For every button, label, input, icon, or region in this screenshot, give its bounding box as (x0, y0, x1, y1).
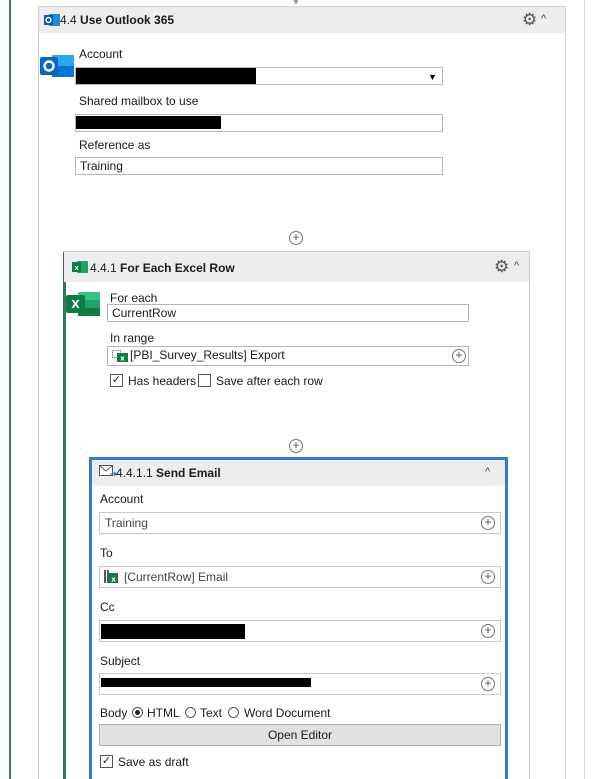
panel-divider (584, 0, 585, 779)
subject-label: Subject (100, 654, 141, 668)
add-circle-icon[interactable]: + (481, 624, 495, 638)
svg-text:x: x (74, 264, 79, 272)
envelope-icon (99, 465, 117, 479)
excel-scope-title: 4.4.1 For Each Excel Row (90, 261, 235, 275)
reference-label: Reference as (79, 138, 151, 152)
send-email-header[interactable]: 4.4.1.1 Send Email ^ (92, 460, 505, 486)
reference-input[interactable]: Training (75, 157, 443, 175)
to-input[interactable]: [CurrentRow] Email (99, 566, 501, 588)
workflow-rail (9, 0, 11, 779)
to-label: To (100, 546, 113, 560)
svg-text:X: X (71, 298, 80, 311)
excel-icon: X (66, 290, 102, 318)
save-as-draft-label: Save as draft (118, 755, 189, 769)
in-range-input[interactable]: [PBI_Survey_Results] Export (107, 346, 469, 366)
svg-text:x: x (120, 355, 125, 363)
dropdown-arrow-icon[interactable]: ▼ (428, 72, 437, 82)
add-circle-icon[interactable]: + (289, 439, 303, 453)
body-html-label: HTML (147, 706, 180, 720)
excel-scope-header[interactable]: x 4.4.1 For Each Excel Row ⚙ ^ (64, 252, 529, 282)
shared-mailbox-label: Shared mailbox to use (79, 94, 199, 108)
account-label: Account (100, 492, 144, 506)
body-text-radio[interactable] (185, 707, 196, 718)
send-email-activity[interactable]: 4.4.1.1 Send Email ^ Account Training + … (89, 457, 508, 779)
account-label: Account (79, 47, 123, 61)
body-label: Body (100, 706, 128, 720)
body-html-radio[interactable] (132, 707, 143, 718)
add-circle-icon[interactable]: + (289, 231, 303, 245)
gear-icon[interactable]: ⚙ (522, 11, 537, 28)
excel-icon: x (72, 260, 88, 274)
add-circle-icon[interactable]: + (481, 677, 495, 691)
redacted-subject (101, 678, 311, 687)
add-circle-icon[interactable]: + (481, 516, 495, 530)
gear-icon[interactable]: ⚙ (494, 258, 509, 275)
excel-column-icon: x (104, 570, 118, 583)
svg-text:x: x (111, 576, 116, 584)
has-headers-label: Has headers (128, 374, 197, 388)
open-editor-button[interactable]: Open Editor (99, 724, 501, 746)
save-as-draft-checkbox[interactable]: ✓ (100, 755, 113, 768)
outlook-scope-title: 4.4 Use Outlook 365 (60, 13, 175, 27)
chevron-up-icon[interactable]: ^ (541, 13, 546, 25)
for-each-input[interactable]: CurrentRow (107, 304, 469, 322)
excel-range-icon: x (112, 350, 128, 362)
add-circle-icon[interactable]: + (481, 570, 495, 584)
redacted-cc (101, 624, 245, 639)
in-range-label: In range (110, 331, 155, 345)
body-text-label: Text (200, 706, 223, 720)
add-circle-icon[interactable]: + (452, 349, 466, 363)
send-email-title: 4.4.1.1 Send Email (116, 466, 221, 480)
body-word-radio[interactable] (228, 707, 239, 718)
email-account-input[interactable]: Training (99, 512, 501, 534)
redacted-account (76, 68, 256, 84)
for-each-label: For each (110, 291, 158, 305)
save-after-each-row-checkbox[interactable] (198, 374, 211, 387)
outlook-icon (40, 53, 76, 79)
body-word-label: Word Document (244, 706, 331, 720)
save-after-each-row-label: Save after each row (216, 374, 323, 388)
chevron-up-icon[interactable]: ^ (514, 260, 519, 272)
chevron-up-icon[interactable]: ^ (485, 466, 490, 478)
outlook-icon (44, 13, 60, 27)
excel-scope-rail (63, 252, 66, 779)
outlook-scope-header[interactable]: 4.4 Use Outlook 365 ⚙ ^ (39, 7, 565, 33)
has-headers-checkbox[interactable]: ✓ (110, 374, 123, 387)
cc-label: Cc (100, 600, 115, 614)
redacted-mailbox (76, 116, 221, 129)
